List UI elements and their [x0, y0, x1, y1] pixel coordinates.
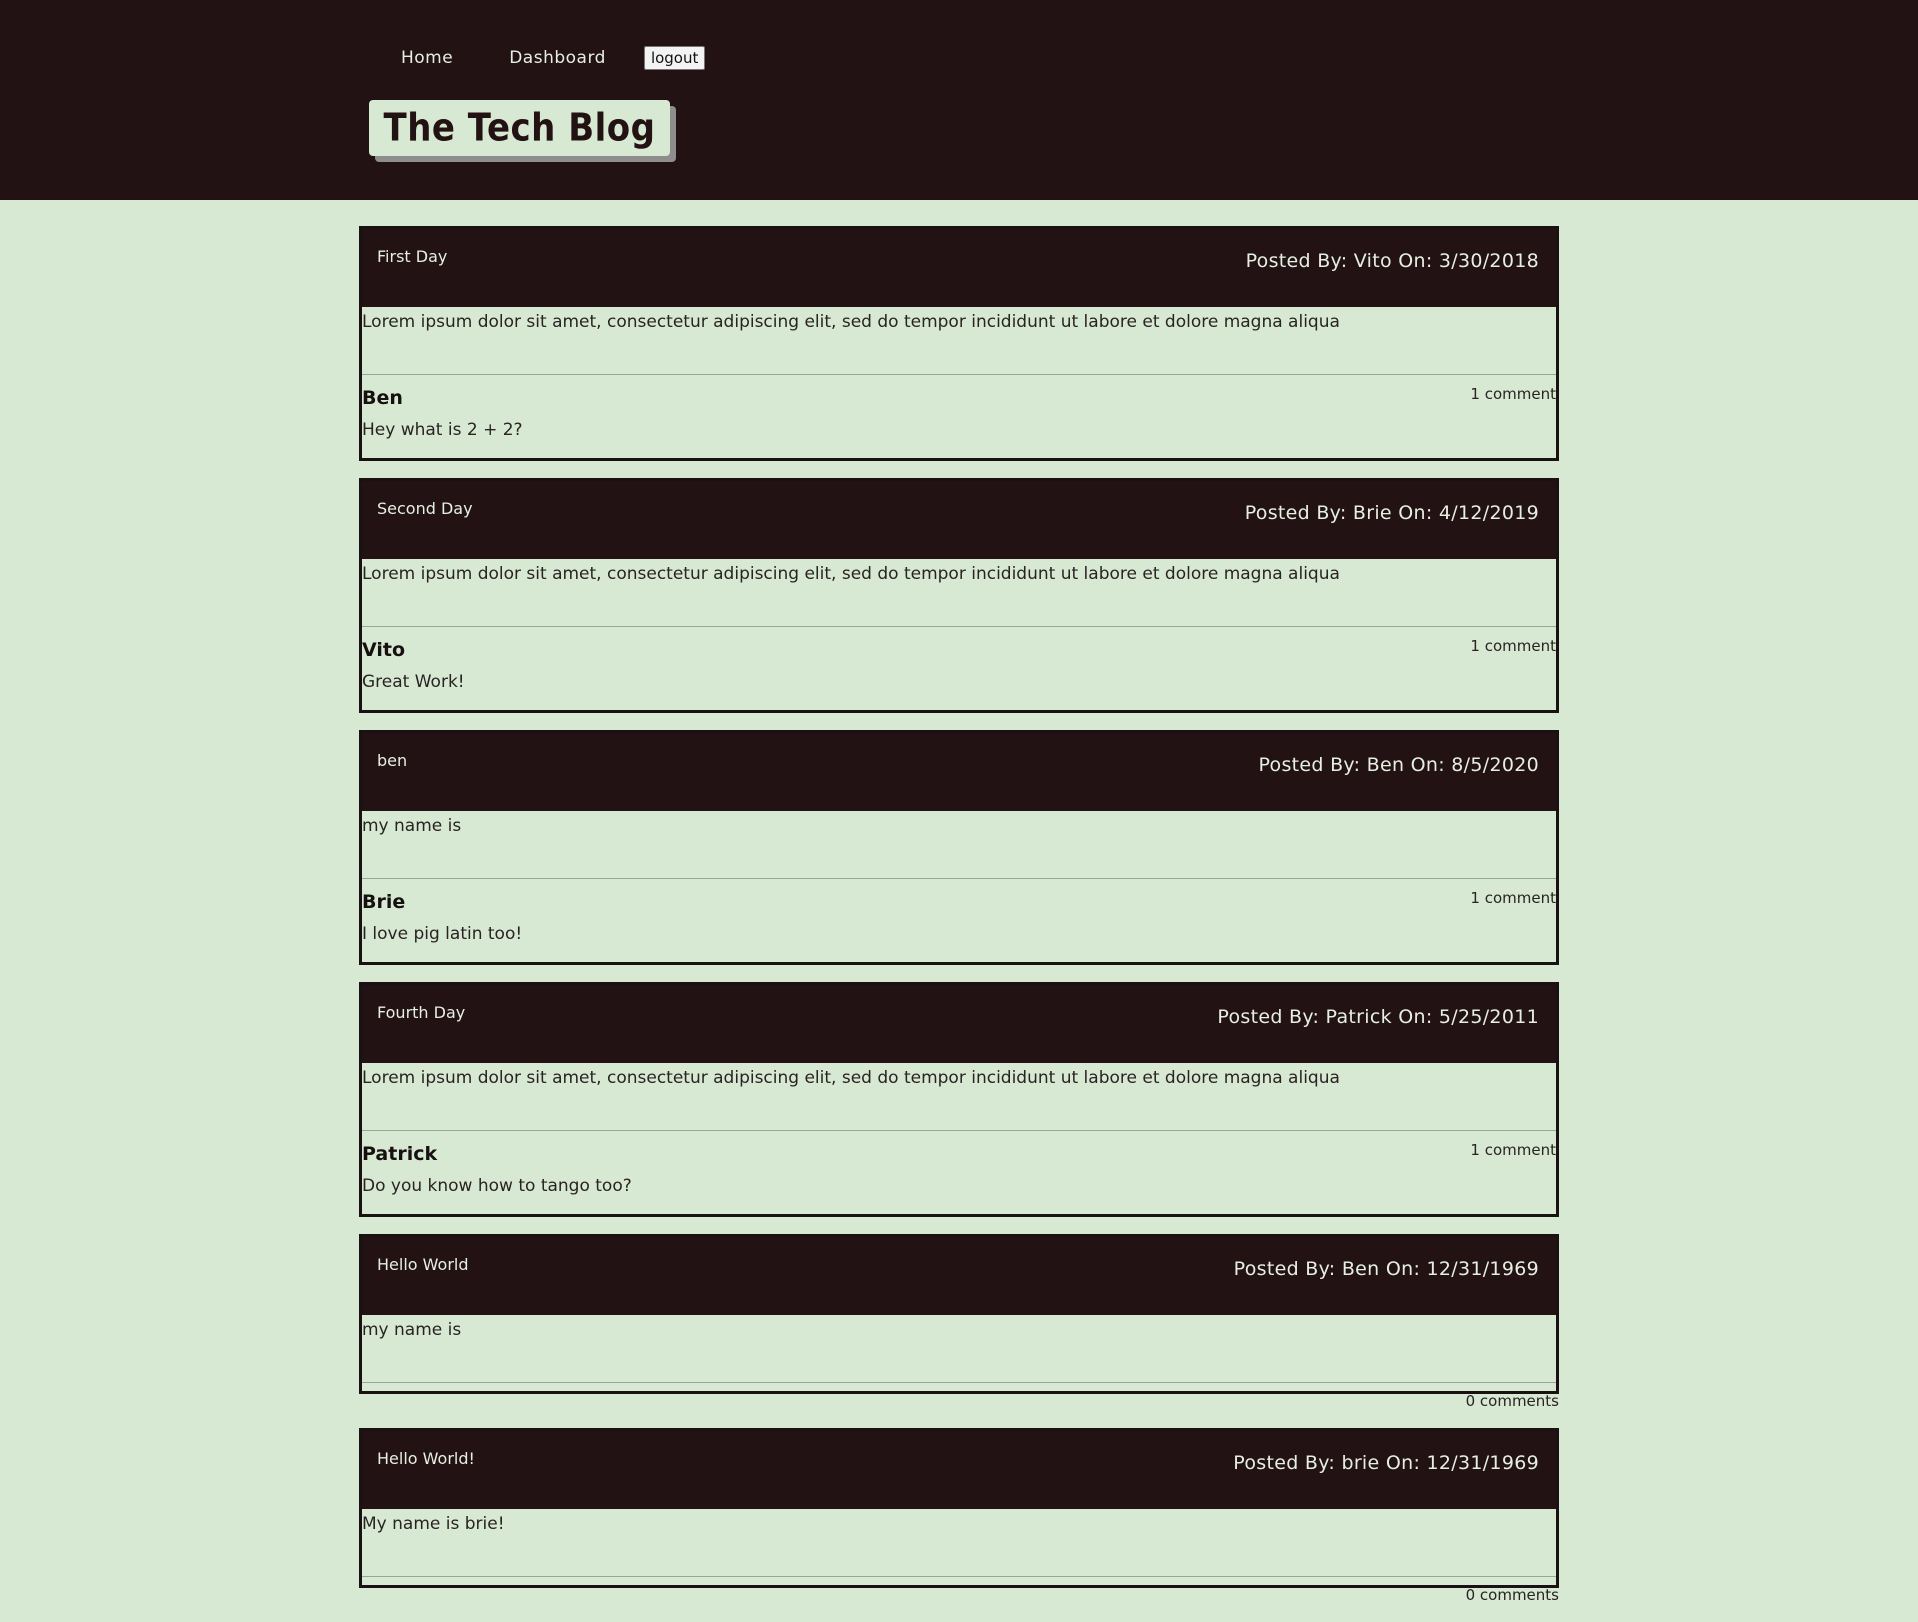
comment-count[interactable]: 1 comment	[1470, 637, 1556, 655]
post-title[interactable]: First Day	[377, 247, 447, 266]
post-header[interactable]: Second Day Posted By: Brie On: 4/12/2019	[362, 481, 1556, 559]
logout-button[interactable]: logout	[643, 46, 706, 70]
post-meta: Posted By: Brie On: 4/12/2019	[1244, 502, 1539, 524]
post-card: ben Posted By: Ben On: 8/5/2020 my name …	[359, 730, 1559, 965]
comment-text: Do you know how to tango too?	[362, 1176, 632, 1196]
main-nav: Home Dashboard logout	[373, 44, 706, 72]
post-title[interactable]: Fourth Day	[377, 1003, 465, 1022]
comment-author: Brie	[362, 891, 406, 913]
comment: Patrick Do you know how to tango too? 1 …	[362, 1131, 1556, 1214]
post-card: Fourth Day Posted By: Patrick On: 5/25/2…	[359, 982, 1559, 1217]
comment-count[interactable]: 0 comments	[359, 1588, 1559, 1605]
nav-home-link[interactable]: Home	[373, 44, 481, 72]
comment-author: Vito	[362, 639, 406, 661]
comment: Vito Great Work! 1 comment	[362, 627, 1556, 710]
comment-count[interactable]: 0 comments	[359, 1394, 1559, 1411]
site-logo[interactable]: The Tech Blog	[369, 100, 670, 156]
post-title[interactable]: Second Day	[377, 499, 473, 518]
post-body: Lorem ipsum dolor sit amet, consectetur …	[362, 307, 1556, 375]
post-header[interactable]: Hello World Posted By: Ben On: 12/31/196…	[362, 1237, 1556, 1315]
post-title[interactable]: Hello World!	[377, 1449, 475, 1468]
post-card: First Day Posted By: Vito On: 3/30/2018 …	[359, 226, 1559, 461]
post-card: Hello World Posted By: Ben On: 12/31/196…	[359, 1234, 1559, 1394]
comment: Brie I love pig latin too! 1 comment	[362, 879, 1556, 962]
comment-count[interactable]: 1 comment	[1470, 1141, 1556, 1159]
comment: Ben Hey what is 2 + 2? 1 comment	[362, 375, 1556, 458]
nav-dashboard-link[interactable]: Dashboard	[481, 44, 634, 72]
post-body: Lorem ipsum dolor sit amet, consectetur …	[362, 559, 1556, 627]
site-logo-text: The Tech Blog	[383, 105, 656, 151]
post-body: my name is	[362, 1315, 1556, 1383]
post-header[interactable]: ben Posted By: Ben On: 8/5/2020	[362, 733, 1556, 811]
comment-author: Patrick	[362, 1143, 438, 1165]
comment-text: Great Work!	[362, 672, 465, 692]
post-meta: Posted By: Patrick On: 5/25/2011	[1217, 1006, 1539, 1028]
comment-text: Hey what is 2 + 2?	[362, 420, 523, 440]
post-card: Second Day Posted By: Brie On: 4/12/2019…	[359, 478, 1559, 713]
post-body: My name is brie!	[362, 1509, 1556, 1577]
post-feed: First Day Posted By: Vito On: 3/30/2018 …	[359, 226, 1559, 1622]
comment-text: I love pig latin too!	[362, 924, 523, 944]
post-body: Lorem ipsum dolor sit amet, consectetur …	[362, 1063, 1556, 1131]
post-header[interactable]: First Day Posted By: Vito On: 3/30/2018	[362, 229, 1556, 307]
site-header: Home Dashboard logout The Tech Blog	[0, 0, 1918, 200]
comment-count[interactable]: 1 comment	[1470, 385, 1556, 403]
post-meta: Posted By: Ben On: 12/31/1969	[1233, 1258, 1539, 1280]
post-meta: Posted By: Vito On: 3/30/2018	[1245, 250, 1539, 272]
post-meta: Posted By: brie On: 12/31/1969	[1233, 1452, 1539, 1474]
post-body: my name is	[362, 811, 1556, 879]
comment-author: Ben	[362, 387, 403, 409]
comment-count[interactable]: 1 comment	[1470, 889, 1556, 907]
post-title[interactable]: ben	[377, 751, 407, 770]
post-header[interactable]: Fourth Day Posted By: Patrick On: 5/25/2…	[362, 985, 1556, 1063]
empty-comment-area	[362, 1383, 1556, 1391]
post-card: Hello World! Posted By: brie On: 12/31/1…	[359, 1428, 1559, 1588]
post-title[interactable]: Hello World	[377, 1255, 469, 1274]
post-header[interactable]: Hello World! Posted By: brie On: 12/31/1…	[362, 1431, 1556, 1509]
post-meta: Posted By: Ben On: 8/5/2020	[1258, 754, 1539, 776]
empty-comment-area	[362, 1577, 1556, 1585]
